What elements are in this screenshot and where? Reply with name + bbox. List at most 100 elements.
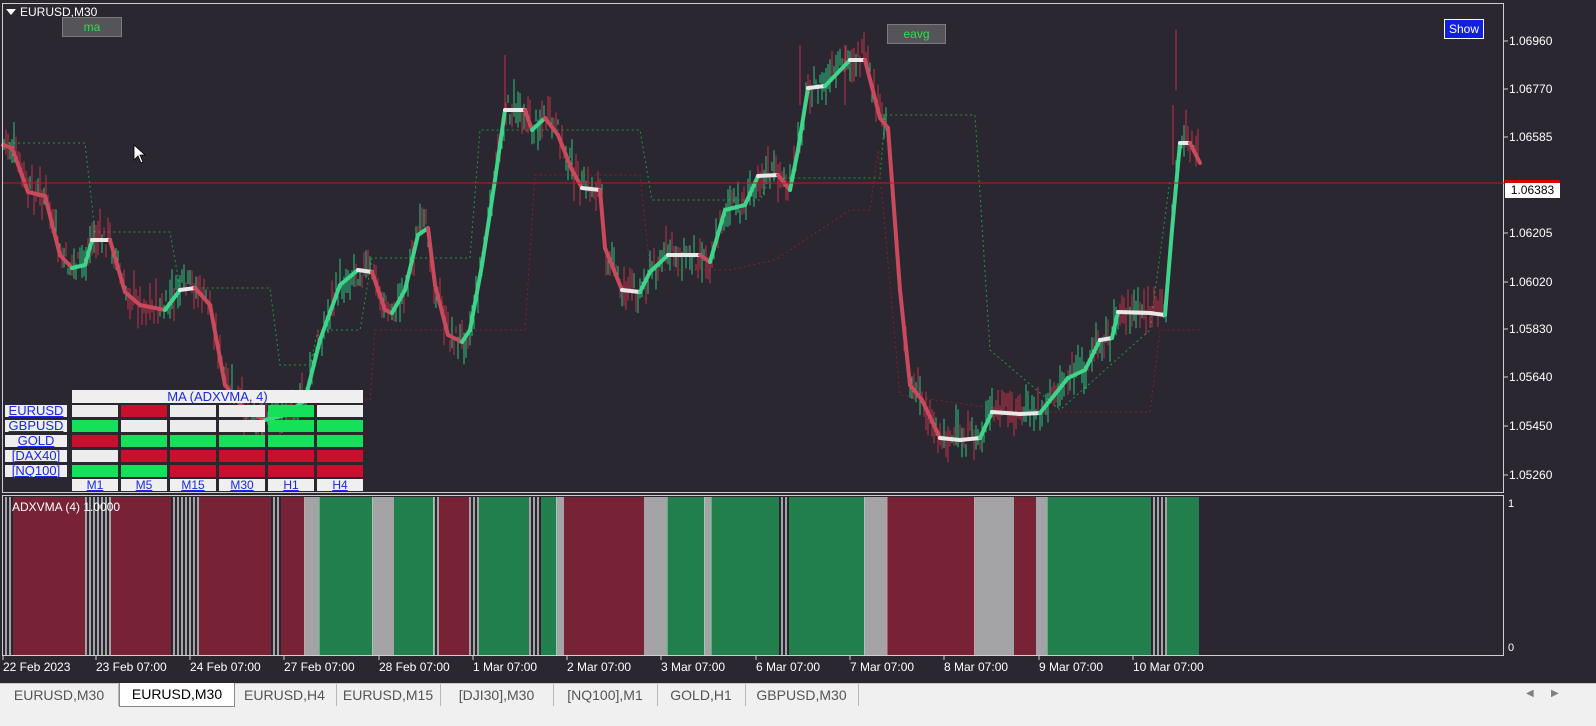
tab-scroll-left-icon[interactable]: ◀ (1526, 688, 1534, 699)
time-tick-label: 24 Feb 07:00 (190, 660, 261, 674)
time-tick-label: 6 Mar 07:00 (756, 660, 821, 674)
chart-tab[interactable]: EURUSD,M30 (119, 683, 235, 707)
time-tick-label: 23 Feb 07:00 (96, 660, 167, 674)
ma-segment (356, 268, 374, 274)
dashboard-cell[interactable] (268, 405, 314, 417)
ma-segment (468, 263, 484, 332)
dashboard-cell[interactable] (121, 405, 167, 417)
ma-segment (756, 173, 780, 178)
price-tick-label: 1.06205 (1509, 226, 1553, 240)
dashboard-timeframe-M1[interactable]: M1 (72, 479, 118, 491)
time-tick-label: 28 Feb 07:00 (379, 660, 450, 674)
chart-tab[interactable]: EURUSD,M15 (336, 684, 441, 706)
dashboard-symbol-2[interactable]: GOLD (5, 434, 67, 447)
time-tick-label: 22 Feb 2023 (3, 660, 71, 674)
dashboard-timeframe-H4[interactable]: H4 (317, 479, 363, 491)
eavg-button[interactable]: eavg (887, 24, 946, 44)
dashboard-cell[interactable] (72, 420, 118, 432)
dropdown-triangle-icon[interactable] (6, 9, 16, 15)
chart-tab[interactable]: GBPUSD,M30 (745, 684, 859, 706)
chart-window[interactable]: EURUSD,M30 ma eavg Show 1.06960 1.06770 1.… (0, 0, 1596, 683)
dashboard-timeframe-M5[interactable]: M5 (121, 479, 167, 491)
ma-segment (886, 126, 902, 292)
time-tick-label: 1 Mar 07:00 (473, 660, 538, 674)
ma-segment (1018, 411, 1042, 416)
time-tick-label: 10 Mar 07:00 (1133, 660, 1204, 674)
ma-segment (338, 268, 360, 287)
dashboard-cell[interactable] (317, 465, 363, 477)
chart-tab[interactable]: [DJI30],M30 (440, 684, 554, 706)
chart-tab-bar: EURUSD,M30 EURUSD,M30 EURUSD,H4 EURUSD,M15[… (0, 683, 1596, 726)
dashboard-cell[interactable] (170, 465, 216, 477)
dashboard-cell[interactable] (268, 465, 314, 477)
dashboard-symbol-3[interactable]: [DAX40] (5, 449, 67, 462)
tab-scroll-right-icon[interactable]: ▶ (1551, 688, 1559, 699)
time-tick-label: 7 Mar 07:00 (850, 660, 915, 674)
ma-segment (1116, 310, 1152, 315)
chart-tab[interactable]: GOLD,H1 (657, 684, 746, 706)
ma-segment (480, 178, 497, 267)
chart-tab[interactable]: EURUSD,M30 (0, 684, 119, 706)
price-chart[interactable] (0, 0, 1596, 683)
current-price-marker: 1.06383 (1505, 180, 1560, 198)
dashboard-cell[interactable] (121, 450, 167, 462)
dashboard-symbol-4[interactable]: [NQ100] (5, 464, 67, 477)
dashboard-cell[interactable] (170, 405, 216, 417)
dashboard-timeframe-M15[interactable]: M15 (170, 479, 216, 491)
dashboard-cell[interactable] (219, 450, 265, 462)
dashboard-cell[interactable] (121, 435, 167, 447)
dashboard-cell[interactable] (72, 450, 118, 462)
dashboard-cell[interactable] (268, 420, 314, 432)
ma-segment (1163, 228, 1174, 317)
dashboard-cell[interactable] (317, 435, 363, 447)
price-tick-label: 1.05450 (1509, 419, 1553, 433)
dashboard-cell[interactable] (219, 405, 265, 417)
time-tick-label: 2 Mar 07:00 (567, 660, 632, 674)
indicator-axis-bottom: 0 (1508, 642, 1515, 654)
chart-tab[interactable]: EURUSD,H4 (233, 684, 337, 706)
dashboard-cell[interactable] (170, 420, 216, 432)
dashboard-cell[interactable] (317, 450, 363, 462)
dashboard-cell[interactable] (219, 465, 265, 477)
ma-segment (108, 238, 127, 294)
ma-segment (178, 286, 197, 292)
dashboard-timeframe-M30[interactable]: M30 (219, 479, 265, 491)
show-button[interactable]: Show (1444, 19, 1484, 39)
dashboard-cell[interactable] (268, 450, 314, 462)
dashboard-cell[interactable] (72, 435, 118, 447)
dashboard-cell[interactable] (121, 465, 167, 477)
price-tick-label: 1.06770 (1509, 82, 1553, 96)
ma-button[interactable]: ma (62, 17, 122, 37)
ma-segment (708, 208, 727, 264)
ma-segment (318, 283, 342, 342)
chart-tab[interactable]: [NQ100],M1 (553, 684, 658, 706)
price-tick-label: 1.05830 (1509, 322, 1553, 336)
adxvma-histogram (3, 497, 1199, 655)
dashboard-cell[interactable] (170, 450, 216, 462)
price-tick-label: 1.06960 (1509, 34, 1553, 48)
dashboard-timeframe-H1[interactable]: H1 (268, 479, 314, 491)
time-tick-label: 3 Mar 07:00 (661, 660, 726, 674)
dashboard-symbol-0[interactable]: EURUSD (5, 404, 67, 417)
ma-segment (426, 226, 437, 287)
dashboard-cell[interactable] (170, 435, 216, 447)
dashboard-cell[interactable] (317, 405, 363, 417)
dashboard-cell[interactable] (121, 420, 167, 432)
dashboard-cell[interactable] (72, 465, 118, 477)
price-tick-label: 1.05260 (1509, 468, 1553, 482)
adxvma-line (1, 58, 1202, 442)
dashboard-cell[interactable] (72, 405, 118, 417)
ma-segment (806, 84, 827, 90)
dashboard-cell[interactable] (219, 420, 265, 432)
ma-segment (598, 188, 607, 250)
dashboard-symbol-1[interactable]: GBPUSD (5, 419, 67, 432)
price-tick-label: 1.06585 (1509, 130, 1553, 144)
dashboard-cell[interactable] (268, 435, 314, 447)
price-tick-label: 1.05640 (1509, 370, 1553, 384)
dashboard-cell[interactable] (317, 420, 363, 432)
dashboard-cell[interactable] (219, 435, 265, 447)
ma-segment (620, 288, 642, 294)
ma-segment (958, 436, 982, 442)
ma-segment (1148, 311, 1167, 317)
ma-segment (580, 186, 602, 192)
